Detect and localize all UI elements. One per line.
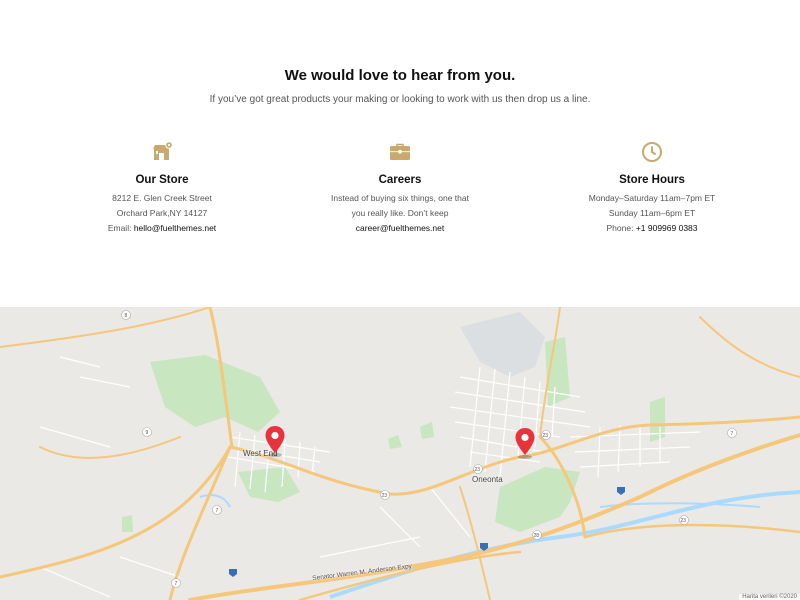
street-grid (39, 356, 701, 598)
store-address-line1: 8212 E. Glen Creek Street (112, 193, 212, 203)
park-area (388, 435, 402, 449)
contact-heading: We would love to hear from you. (284, 67, 516, 84)
store-email-label: Email: (107, 223, 132, 233)
svg-text:23: 23 (382, 493, 388, 499)
careers-email-line: career@fuelthemes.net (290, 221, 510, 236)
map-embed[interactable]: 7 23 23 23 7 23 28 7 9 8 West End Oneont… (0, 307, 800, 600)
our-store-column: Our Store 8212 E. Glen Creek Street Orch… (52, 140, 272, 236)
briefcase-icon (390, 143, 410, 160)
store-address-line2: Orchard Park,NY 14127 (116, 208, 208, 218)
hours-phone-line: Phone: +1 909969 0383 (542, 221, 762, 236)
svg-text:9: 9 (146, 430, 149, 436)
phone-link[interactable]: +1 909969 0383 (636, 223, 698, 233)
clock-icon (642, 142, 662, 162)
hours-weekdays: Monday–Saturday 11am–7pm ET (588, 193, 716, 203)
svg-text:7: 7 (216, 508, 219, 514)
careers-title: Careers (378, 174, 422, 186)
store-icon (153, 141, 173, 160)
place-label-oneonta: Oneonta (472, 475, 503, 484)
careers-email-link[interactable]: career@fuelthemes.net (356, 223, 444, 233)
urban-area (460, 312, 545, 377)
park-area (650, 397, 665, 442)
map-canvas: 7 23 23 23 7 23 28 7 9 8 (0, 307, 800, 600)
careers-column: Careers Instead of buying six things, on… (290, 140, 510, 236)
store-email-line: Email: hello@fuelthemes.net (52, 221, 272, 236)
svg-text:7: 7 (731, 431, 734, 437)
map-pin-icon[interactable] (514, 427, 536, 459)
store-hours-column: Store Hours Monday–Saturday 11am–7pm ET … (542, 140, 762, 236)
svg-text:28: 28 (534, 533, 540, 539)
svg-text:23: 23 (543, 433, 549, 439)
careers-text-line2: you really like. Don’t keep (351, 208, 449, 218)
our-store-title: Our Store (135, 174, 189, 186)
map-pin-icon[interactable] (264, 425, 286, 457)
park-area (420, 422, 434, 439)
store-email-link[interactable]: hello@fuelthemes.net (134, 223, 216, 233)
park-area (238, 467, 300, 502)
park-area (150, 355, 280, 432)
phone-label: Phone: (606, 223, 634, 233)
highways (0, 307, 800, 600)
svg-text:23: 23 (681, 518, 687, 524)
svg-text:7: 7 (175, 581, 178, 587)
svg-text:8: 8 (125, 313, 128, 319)
park-area (122, 515, 133, 532)
hours-sunday: Sunday 11am–6pm ET (608, 208, 696, 218)
map-attribution[interactable]: Harita verileri ©2020 (739, 594, 800, 600)
contact-subheading: If you’ve got great products your making… (209, 94, 591, 105)
svg-text:23: 23 (475, 467, 481, 473)
careers-text-line1: Instead of buying six things, one that (331, 193, 469, 203)
store-hours-title: Store Hours (619, 174, 685, 186)
contact-section: We would love to hear from you. If you’v… (0, 0, 800, 307)
